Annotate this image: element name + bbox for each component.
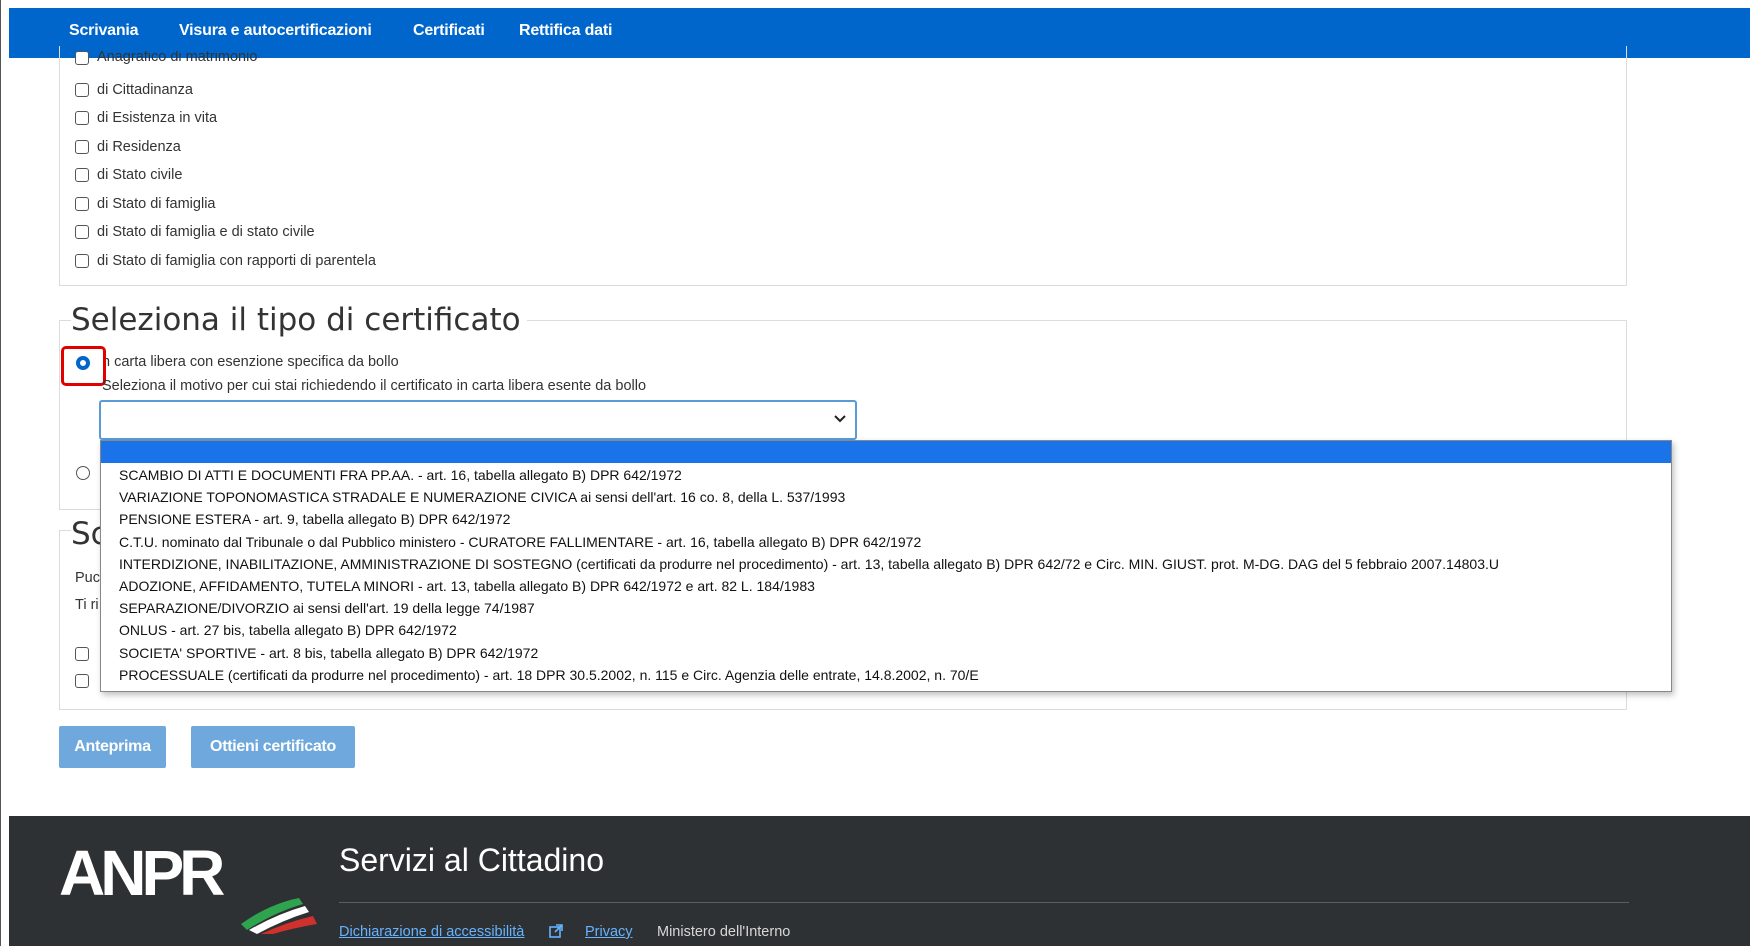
footer-divider [339, 902, 1629, 903]
checkbox-label: di Residenza [97, 139, 181, 155]
radio-second-option[interactable] [76, 466, 90, 480]
anpr-logo: ANPR [59, 837, 225, 909]
checkbox-item-stato-famiglia[interactable]: di Stato di famiglia [75, 194, 215, 214]
section-text-partial-1: Puc [75, 570, 100, 586]
checkbox[interactable] [75, 140, 89, 154]
nav-item-certificati[interactable]: Certificati [413, 22, 485, 40]
italian-flag-swoosh-icon [241, 898, 317, 934]
checkbox-label: Anagrafico di matrimonio [97, 51, 258, 65]
dropdown-option[interactable]: PROCESSUALE (certificati da produrre nel… [119, 664, 979, 686]
checkbox-label: di Stato civile [97, 167, 183, 183]
nav-item-rettifica-dati[interactable]: Rettifica dati [519, 22, 612, 40]
dropdown-option[interactable]: INTERDIZIONE, INABILITAZIONE, AMMINISTRA… [119, 553, 1499, 575]
section-title: Seleziona il tipo di certificato [71, 302, 527, 338]
dropdown-option[interactable]: C.T.U. nominato dal Tribunale o dal Pubb… [119, 531, 921, 553]
dropdown-option-empty-selected[interactable] [101, 441, 1671, 463]
dropdown-option[interactable]: PENSIONE ESTERA - art. 9, tabella allega… [119, 508, 510, 530]
radio-carta-libera-label: n carta libera con esenzione specifica d… [102, 354, 399, 370]
checkbox[interactable] [75, 168, 89, 182]
dropdown-option[interactable]: SOCIETA' SPORTIVE - art. 8 bis, tabella … [119, 642, 538, 664]
dropdown-option[interactable]: SCAMBIO DI ATTI E DOCUMENTI FRA PP.AA. -… [119, 464, 682, 486]
checkbox-item-cittadinanza[interactable]: di Cittadinanza [75, 80, 193, 100]
preview-button[interactable]: Anteprima [59, 726, 166, 768]
section-title-partial: Sc [71, 516, 101, 552]
footer-title: Servizi al Cittadino [339, 842, 604, 878]
dropdown-option[interactable]: ONLUS - art. 27 bis, tabella allegato B)… [119, 619, 457, 641]
nav-item-scrivania[interactable]: Scrivania [69, 22, 139, 40]
checkbox[interactable] [75, 254, 89, 268]
select-prompt-label: Seleziona il motivo per cui stai richied… [102, 378, 647, 394]
external-link-icon [549, 924, 563, 938]
checkbox-item-famiglia-stato-civile[interactable]: di Stato di famiglia e di stato civile [75, 222, 315, 242]
checkbox[interactable] [75, 197, 89, 211]
checkbox-item-famiglia-parentela[interactable]: di Stato di famiglia con rapporti di par… [75, 251, 376, 271]
dropdown-option[interactable]: ADOZIONE, AFFIDAMENTO, TUTELA MINORI - a… [119, 575, 815, 597]
checkbox-label: di Stato di famiglia con rapporti di par… [97, 253, 376, 269]
checkbox[interactable] [75, 51, 89, 65]
nav-item-visura[interactable]: Visura e autocertificazioni [179, 22, 372, 40]
checkbox[interactable] [75, 111, 89, 125]
chevron-down-icon [833, 411, 847, 429]
checkbox-item-residenza[interactable]: di Residenza [75, 137, 181, 157]
dropdown-option[interactable]: VARIAZIONE TOPONOMASTICA STRADALE E NUME… [119, 486, 845, 508]
checkbox-item-esistenza[interactable]: di Esistenza in vita [75, 108, 217, 128]
checkbox-label: di Stato di famiglia e di stato civile [97, 224, 315, 240]
certificate-type-fieldset [59, 46, 1627, 286]
ministry-label: Ministero dell'Interno [657, 924, 791, 940]
dropdown-option[interactable]: SEPARAZIONE/DIVORZIO ai sensi dell'art. … [119, 597, 535, 619]
footer: ANPR Servizi al Cittadino Dichiarazione … [9, 816, 1750, 946]
checkbox-label: di Cittadinanza [97, 82, 193, 98]
checkbox[interactable] [75, 83, 89, 97]
checkbox-label: di Esistenza in vita [97, 110, 218, 126]
privacy-link[interactable]: Privacy [585, 924, 633, 940]
checkbox-hidden-1[interactable] [75, 647, 89, 661]
checkbox-item-stato-civile[interactable]: di Stato civile [75, 165, 182, 185]
checkbox-hidden-2[interactable] [75, 674, 89, 688]
checkbox[interactable] [75, 225, 89, 239]
exemption-reason-select[interactable] [99, 400, 857, 440]
highlight-annotation-box [61, 346, 106, 386]
exemption-reason-dropdown-list[interactable]: SCAMBIO DI ATTI E DOCUMENTI FRA PP.AA. -… [100, 440, 1672, 692]
checkbox-item-partial[interactable]: Anagrafico di matrimonio [75, 51, 257, 65]
accessibility-link[interactable]: Dichiarazione di accessibilità [339, 924, 524, 940]
get-certificate-button[interactable]: Ottieni certificato [191, 726, 355, 768]
page: Scrivania Visura e autocertificazioni Ce… [0, 0, 1750, 946]
section-text-partial-2: Ti ri [75, 597, 99, 613]
checkbox-label: di Stato di famiglia [97, 196, 216, 212]
